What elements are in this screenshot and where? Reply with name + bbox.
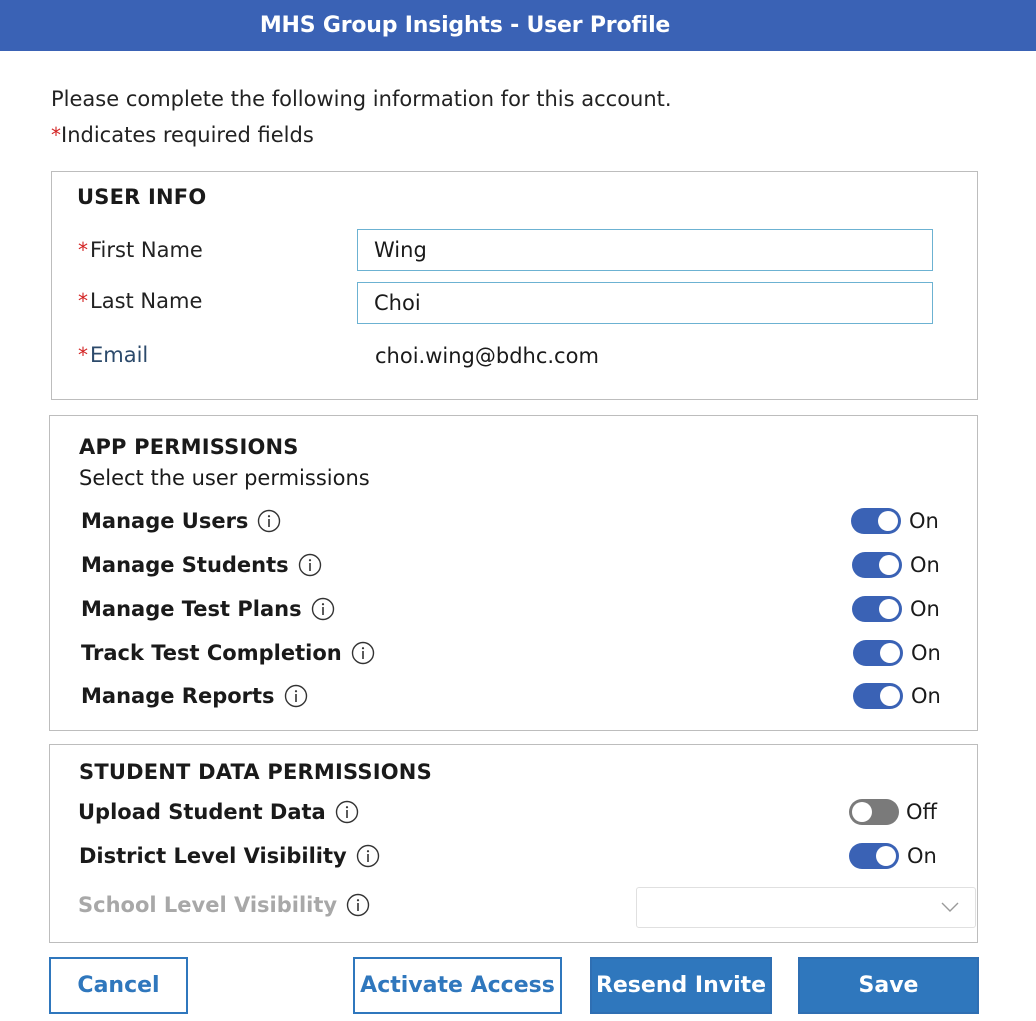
manage-users-toggle[interactable] (851, 508, 901, 534)
first-name-label-text: First Name (90, 238, 203, 262)
permission-label: Manage Test Plans (81, 591, 335, 627)
permission-label-text: Manage Reports (81, 684, 275, 708)
info-icon[interactable] (335, 800, 359, 824)
resend-invite-button[interactable]: Resend Invite (590, 957, 772, 1014)
last-name-input[interactable] (357, 282, 933, 324)
permission-row-manage-users: Manage Users On (50, 503, 977, 539)
permission-label: District Level Visibility (79, 838, 380, 874)
permission-row-track-test-completion: Track Test Completion On (50, 635, 977, 671)
info-icon[interactable] (346, 893, 370, 917)
toggle-knob (876, 846, 896, 866)
app-permissions-subtitle: Select the user permissions (79, 466, 370, 490)
required-asterisk: * (78, 238, 88, 262)
required-asterisk: * (78, 343, 88, 367)
chevron-down-icon (941, 902, 959, 912)
info-icon[interactable] (351, 641, 375, 665)
page-title: MHS Group Insights - User Profile (259, 13, 671, 38)
permission-label-text: School Level Visibility (78, 893, 338, 917)
upload-student-data-toggle[interactable] (849, 799, 899, 825)
toggle-state-text: On (910, 597, 940, 621)
save-button[interactable]: Save (798, 957, 979, 1014)
activate-access-button[interactable]: Activate Access (353, 957, 562, 1014)
app-permissions-panel: APP PERMISSIONS Select the user permissi… (49, 415, 978, 731)
permission-label: Manage Reports (81, 678, 308, 714)
first-name-label: *First Name (78, 238, 203, 262)
permission-label-text: Manage Students (81, 553, 289, 577)
toggle-knob (852, 802, 872, 822)
toggle-state-text: On (911, 641, 941, 665)
manage-test-plans-toggle[interactable] (852, 596, 902, 622)
permission-label: School Level Visibility (78, 887, 370, 923)
permission-row-manage-reports: Manage Reports On (50, 678, 977, 714)
toggle-state-text: On (909, 509, 939, 533)
toggle-state-text: On (907, 844, 937, 868)
info-icon[interactable] (356, 844, 380, 868)
permission-row-manage-students: Manage Students On (50, 547, 977, 583)
permission-row-manage-test-plans: Manage Test Plans On (50, 591, 977, 627)
required-asterisk: * (78, 289, 88, 313)
toggle-knob (879, 555, 899, 575)
permission-label: Upload Student Data (78, 794, 359, 830)
district-level-visibility-toggle[interactable] (849, 843, 899, 869)
permission-row-district-level-visibility: District Level Visibility On (50, 838, 977, 874)
toggle-knob (880, 643, 900, 663)
required-fields-note: *Indicates required fields (51, 123, 314, 147)
first-name-input[interactable] (357, 229, 933, 271)
info-icon[interactable] (298, 553, 322, 577)
email-label-text: Email (90, 343, 149, 367)
app-permissions-title: APP PERMISSIONS (79, 435, 299, 459)
app-header: MHS Group Insights - User Profile (0, 0, 1036, 51)
track-test-completion-toggle[interactable] (853, 640, 903, 666)
info-icon[interactable] (311, 597, 335, 621)
manage-reports-toggle[interactable] (853, 683, 903, 709)
last-name-label: *Last Name (78, 289, 202, 313)
user-info-title: USER INFO (77, 185, 207, 209)
toggle-state-text: On (910, 553, 940, 577)
permission-label-text: Upload Student Data (78, 800, 326, 824)
toggle-state-text: Off (906, 800, 937, 824)
permission-row-upload-student-data: Upload Student Data Off (50, 794, 977, 830)
manage-students-toggle[interactable] (852, 552, 902, 578)
toggle-state-text: On (911, 684, 941, 708)
permission-label-text: Manage Users (81, 509, 249, 533)
toggle-knob (878, 511, 898, 531)
last-name-label-text: Last Name (90, 289, 203, 313)
required-asterisk: * (51, 123, 61, 147)
user-info-panel: USER INFO *First Name *Last Name *Email … (51, 171, 978, 400)
permission-label-text: District Level Visibility (79, 844, 347, 868)
permission-label-text: Manage Test Plans (81, 597, 302, 621)
email-label: *Email (78, 343, 148, 367)
permission-label: Track Test Completion (81, 635, 375, 671)
student-data-permissions-title: STUDENT DATA PERMISSIONS (79, 760, 432, 784)
info-icon[interactable] (284, 684, 308, 708)
toggle-knob (879, 599, 899, 619)
cancel-button[interactable]: Cancel (49, 957, 188, 1014)
toggle-knob (880, 686, 900, 706)
school-level-select[interactable] (636, 887, 976, 928)
required-note-text: Indicates required fields (61, 123, 314, 147)
permission-label: Manage Students (81, 547, 322, 583)
intro-text: Please complete the following informatio… (51, 87, 672, 111)
permission-label: Manage Users (81, 503, 281, 539)
email-value: choi.wing@bdhc.com (375, 344, 599, 368)
info-icon[interactable] (257, 509, 281, 533)
permission-label-text: Track Test Completion (81, 641, 342, 665)
